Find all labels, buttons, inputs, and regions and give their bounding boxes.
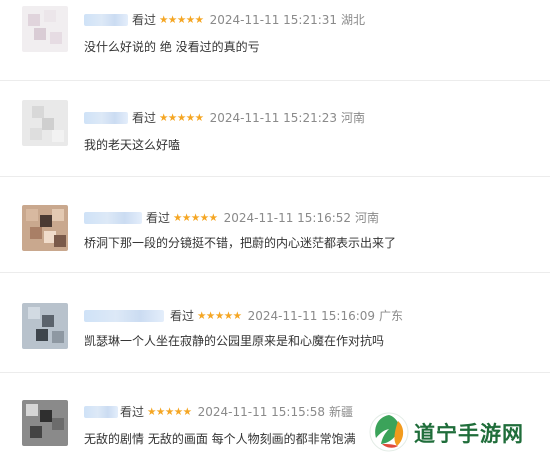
rating-label: 看过 (170, 309, 195, 323)
review-content: 凯瑟琳一个人坐在寂静的公园里原来是和心魔在作对抗吗 (84, 334, 385, 348)
username-blurred[interactable] (84, 14, 128, 26)
leaf-logo-icon (369, 412, 409, 452)
review-content: 没什么好说的 绝 没看过的真的亏 (84, 40, 260, 54)
avatar[interactable] (22, 100, 68, 146)
avatar[interactable] (22, 205, 68, 251)
rating-label: 看过 (132, 111, 157, 125)
avatar[interactable] (22, 400, 68, 446)
username-blurred[interactable] (84, 406, 118, 418)
username-blurred[interactable] (84, 310, 164, 322)
avatar[interactable] (22, 303, 68, 349)
review-time: 2024-11-11 15:15:58 (197, 405, 326, 419)
divider (0, 272, 550, 273)
watermark: 道宁手游网 (360, 405, 550, 465)
username-blurred[interactable] (84, 112, 128, 124)
review-location: 湖北 (341, 13, 366, 27)
review-time: 2024-11-11 15:16:09 (247, 309, 376, 323)
watermark-text: 道宁手游网 (414, 422, 524, 446)
review-content: 我的老天这么好嗑 (84, 138, 181, 152)
star-rating: ★★★★★ (197, 310, 242, 322)
star-rating: ★★★★★ (159, 14, 204, 26)
review-location: 河南 (355, 211, 380, 225)
review-time: 2024-11-11 15:21:31 (209, 13, 338, 27)
star-rating: ★★★★★ (173, 212, 218, 224)
review-content: 桥洞下那一段的分镜挺不错，把蔚的内心迷茫都表示出来了 (84, 236, 397, 250)
divider (0, 80, 550, 81)
review-time: 2024-11-11 15:16:52 (223, 211, 352, 225)
rating-label: 看过 (146, 211, 171, 225)
divider (0, 176, 550, 177)
review-location: 广东 (379, 309, 404, 323)
rating-label: 看过 (132, 13, 157, 27)
review-time: 2024-11-11 15:21:23 (209, 111, 338, 125)
review-location: 新疆 (329, 405, 354, 419)
review-content: 无敌的剧情 无敌的画面 每个人物刻画的都非常饱满 (84, 432, 356, 446)
review-location: 河南 (341, 111, 366, 125)
star-rating: ★★★★★ (147, 406, 192, 418)
username-blurred[interactable] (84, 212, 142, 224)
star-rating: ★★★★★ (159, 112, 204, 124)
avatar[interactable] (22, 6, 68, 52)
divider (0, 372, 550, 373)
rating-label: 看过 (120, 405, 145, 419)
